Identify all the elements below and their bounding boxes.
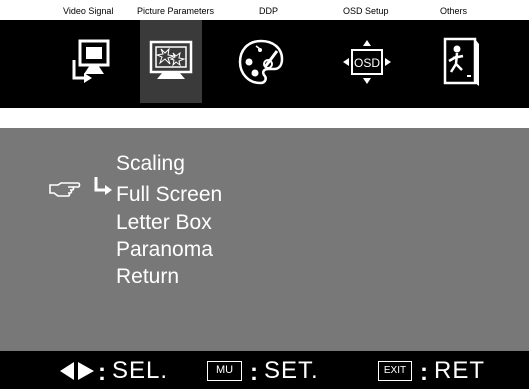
menu-item-letter-box[interactable]: Letter Box: [116, 211, 212, 235]
mu-key-icon: MU: [207, 361, 242, 381]
tab-osd-setup[interactable]: OSD: [336, 20, 398, 103]
tab-ddp[interactable]: [230, 20, 292, 103]
scaling-menu-panel: Scaling Full Screen Letter Box Paranoma …: [0, 128, 529, 351]
ret-label: RET: [434, 357, 485, 384]
osd-setup-icon: OSD: [343, 39, 391, 84]
set-label: SET.: [264, 357, 319, 384]
picture-parameters-icon: [149, 40, 193, 79]
tab-video-signal-label: Video Signal: [63, 6, 114, 16]
left-right-arrows-icon: [60, 362, 94, 380]
tab-others[interactable]: [430, 20, 492, 103]
tab-ddp-label: DDP: [259, 6, 279, 16]
tab-others-label: Others: [440, 6, 468, 16]
footer-key-legend: : SEL. MU : SET. EXIT : RET: [0, 351, 529, 389]
ret-colon: :: [420, 359, 428, 386]
palette-icon: [238, 39, 284, 84]
monitor-input-icon: [72, 39, 110, 83]
tab-icon-bar: OSD: [0, 20, 529, 108]
sel-colon: :: [98, 359, 106, 386]
pointing-hand-icon: [49, 182, 81, 197]
menu-title: Scaling: [116, 152, 185, 175]
tab-picture-parameters[interactable]: [140, 20, 202, 103]
sel-label: SEL.: [112, 357, 169, 384]
tab-picture-parameters-label: Picture Parameters: [137, 6, 215, 16]
return-arrow-icon: [94, 177, 112, 195]
tab-osd-setup-label: OSD Setup: [343, 6, 389, 16]
menu-item-return[interactable]: Return: [116, 265, 179, 289]
exit-key-icon: EXIT: [378, 361, 412, 381]
tab-labels: Video Signal Picture Parameters DDP OSD …: [0, 0, 529, 20]
svg-text:OSD: OSD: [354, 56, 380, 70]
tab-video-signal[interactable]: [58, 20, 120, 103]
set-colon: :: [250, 359, 258, 386]
menu-item-full-screen[interactable]: Full Screen: [116, 183, 222, 207]
exit-door-icon: [443, 37, 479, 86]
menu-item-paranoma[interactable]: Paranoma: [116, 238, 213, 262]
